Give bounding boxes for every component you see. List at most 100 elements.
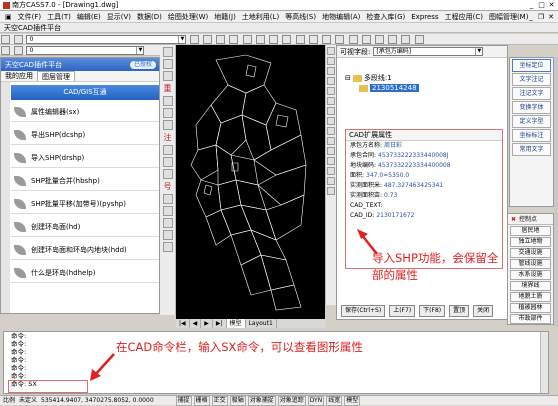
- match-icon[interactable]: [282, 35, 292, 44]
- annotation-text-button[interactable]: 注记文字: [512, 87, 551, 100]
- zoom-window-icon[interactable]: [348, 35, 358, 44]
- toggle-snap[interactable]: 捕捉: [175, 395, 192, 406]
- prop-row[interactable]: 面积: 347.0=5350.0: [346, 171, 502, 181]
- rotate-icon[interactable]: [327, 107, 335, 115]
- mirror-icon[interactable]: [163, 169, 173, 179]
- prop-row[interactable]: 实测面积亩: 0.73: [346, 191, 502, 201]
- toggle-osnap[interactable]: 对象捕捉: [247, 395, 276, 406]
- plugin-item-export-shp[interactable]: 导出SHP(dcshp): [11, 125, 159, 145]
- plugin-item-island-help[interactable]: 什么是环岛(hdhelp): [11, 263, 159, 283]
- control-point-header[interactable]: ✖ 控制点: [508, 214, 553, 225]
- array-icon[interactable]: [327, 87, 335, 95]
- plugin-item-island[interactable]: 创建环岛面(hd): [11, 217, 159, 237]
- toggle-grid[interactable]: 栅格: [193, 395, 210, 406]
- explode-icon[interactable]: [327, 187, 335, 195]
- doc-close-button[interactable]: ✕: [546, 12, 556, 22]
- prop-row[interactable]: CAD_TEXT:: [346, 201, 502, 211]
- plugin-item-merge-shp[interactable]: SHP批量合并(hbshp): [11, 171, 159, 191]
- visible-field-combo[interactable]: [承包方编码] ▼: [373, 47, 484, 56]
- zoom-prev-icon[interactable]: [361, 35, 371, 44]
- tab-my-apps[interactable]: 我的应用: [1, 71, 37, 81]
- next-button[interactable]: 下(F8): [419, 305, 446, 317]
- block-icon[interactable]: [163, 157, 173, 167]
- paste-icon[interactable]: [269, 35, 279, 44]
- menu-view[interactable]: 显示(V): [104, 11, 134, 23]
- change-font-button[interactable]: 变换字体: [512, 101, 551, 114]
- plugin-item-shift-shp[interactable]: SHP批量平移(加带号)(pyshp): [11, 194, 159, 214]
- tool-palette-icon[interactable]: [401, 35, 411, 44]
- close-icon[interactable]: ✖: [511, 214, 516, 225]
- layer-icon[interactable]: [1, 35, 10, 44]
- collapse-icon[interactable]: ⊟: [345, 74, 351, 82]
- prop-row[interactable]: CAD_ID: 2130171672: [346, 211, 502, 221]
- toggle-model[interactable]: 模型: [344, 395, 361, 406]
- curve-icon[interactable]: [163, 242, 173, 252]
- hatch-icon[interactable]: [163, 120, 173, 130]
- scale-icon[interactable]: [327, 117, 335, 125]
- category-vegetation[interactable]: 植被园林: [510, 303, 551, 313]
- tab-nav-first[interactable]: |◀: [176, 319, 190, 328]
- tab-layout1[interactable]: Layout1: [246, 319, 277, 328]
- close-button[interactable]: ✕: [547, 1, 556, 9]
- category-water[interactable]: 水系设施: [510, 270, 551, 280]
- document-icon[interactable]: ▣: [2, 11, 15, 23]
- prev-button[interactable]: 上(F7): [389, 305, 416, 317]
- menu-feature-edit[interactable]: 地物编辑(A): [319, 11, 363, 23]
- category-traffic[interactable]: 交通设施: [510, 248, 551, 258]
- plugin-item-attr-editor[interactable]: 属性编辑器(sx): [11, 102, 159, 122]
- category-header[interactable]: CAD/GIS互通: [11, 85, 159, 100]
- prop-row[interactable]: 实测面积米: 487.327463425341: [346, 181, 502, 191]
- layer-combo[interactable]: 0 ▼: [26, 35, 187, 44]
- category-independent[interactable]: 独立地物: [510, 237, 551, 247]
- fillet-icon[interactable]: [327, 177, 335, 185]
- menu-express[interactable]: Express: [408, 11, 441, 23]
- pick-icon[interactable]: [1, 46, 10, 55]
- rect-icon[interactable]: [163, 108, 173, 118]
- tab-nav-prev[interactable]: ◀: [190, 319, 202, 328]
- prop-row[interactable]: 承包合同: 453733222333440008J: [346, 151, 502, 161]
- menu-contour[interactable]: 等高线(S): [282, 11, 319, 23]
- copy-object-icon[interactable]: [327, 57, 335, 65]
- category-landform[interactable]: 地貌土质: [510, 292, 551, 302]
- sun-icon[interactable]: [14, 35, 24, 44]
- prop-row[interactable]: 地块编码: 4537332223334400008: [346, 161, 502, 171]
- define-style-button[interactable]: 定义字型: [512, 115, 551, 128]
- close-panel-button[interactable]: 关闭: [473, 305, 494, 317]
- tab-nav-next[interactable]: ▶: [201, 319, 213, 328]
- extend-icon[interactable]: [327, 147, 335, 155]
- arc-icon[interactable]: [163, 71, 173, 81]
- dimension-icon[interactable]: [163, 206, 173, 216]
- layer-state-combo[interactable]: 0 ▼: [26, 46, 145, 55]
- undo-icon[interactable]: [295, 35, 305, 44]
- pan-icon[interactable]: [322, 35, 332, 44]
- menu-check[interactable]: 检查入库(G): [363, 11, 408, 23]
- category-municipal[interactable]: 市政部件: [510, 314, 551, 324]
- help-icon[interactable]: [414, 35, 424, 44]
- slash-icon[interactable]: [163, 230, 173, 240]
- grid-icon[interactable]: [202, 35, 212, 44]
- tab-nav-last[interactable]: ▶|: [213, 319, 227, 328]
- copy-icon[interactable]: [255, 35, 265, 44]
- cut-icon[interactable]: [242, 35, 252, 44]
- lock-icon[interactable]: [14, 46, 24, 55]
- polyline-icon[interactable]: [163, 59, 173, 69]
- menu-sheet[interactable]: 图幅管理(M): [486, 11, 532, 23]
- doc-minimize-button[interactable]: _: [526, 12, 536, 22]
- pencil-icon[interactable]: [229, 35, 239, 44]
- toggle-otrack[interactable]: 对象追踪: [277, 395, 306, 406]
- move-icon[interactable]: [327, 97, 335, 105]
- point-icon[interactable]: [163, 145, 173, 155]
- tool-label-number[interactable]: 号: [160, 181, 175, 192]
- toggle-polar[interactable]: 极轴: [229, 395, 246, 406]
- tool-label-heavy[interactable]: 重: [160, 83, 175, 94]
- right-scroll-strip[interactable]: [554, 57, 558, 327]
- menu-cadastre[interactable]: 地籍(J): [211, 11, 239, 23]
- mirror-object-icon[interactable]: [327, 67, 335, 75]
- prop-row[interactable]: 承包方名称: 周日彩: [346, 141, 502, 151]
- menu-tools[interactable]: 工具(T): [44, 11, 74, 23]
- drawing-canvas[interactable]: [176, 45, 325, 320]
- erase-icon[interactable]: [327, 47, 335, 55]
- toggle-ortho[interactable]: 正交: [211, 395, 228, 406]
- properties-icon[interactable]: [374, 35, 384, 44]
- menu-file[interactable]: 文件(F): [15, 11, 45, 23]
